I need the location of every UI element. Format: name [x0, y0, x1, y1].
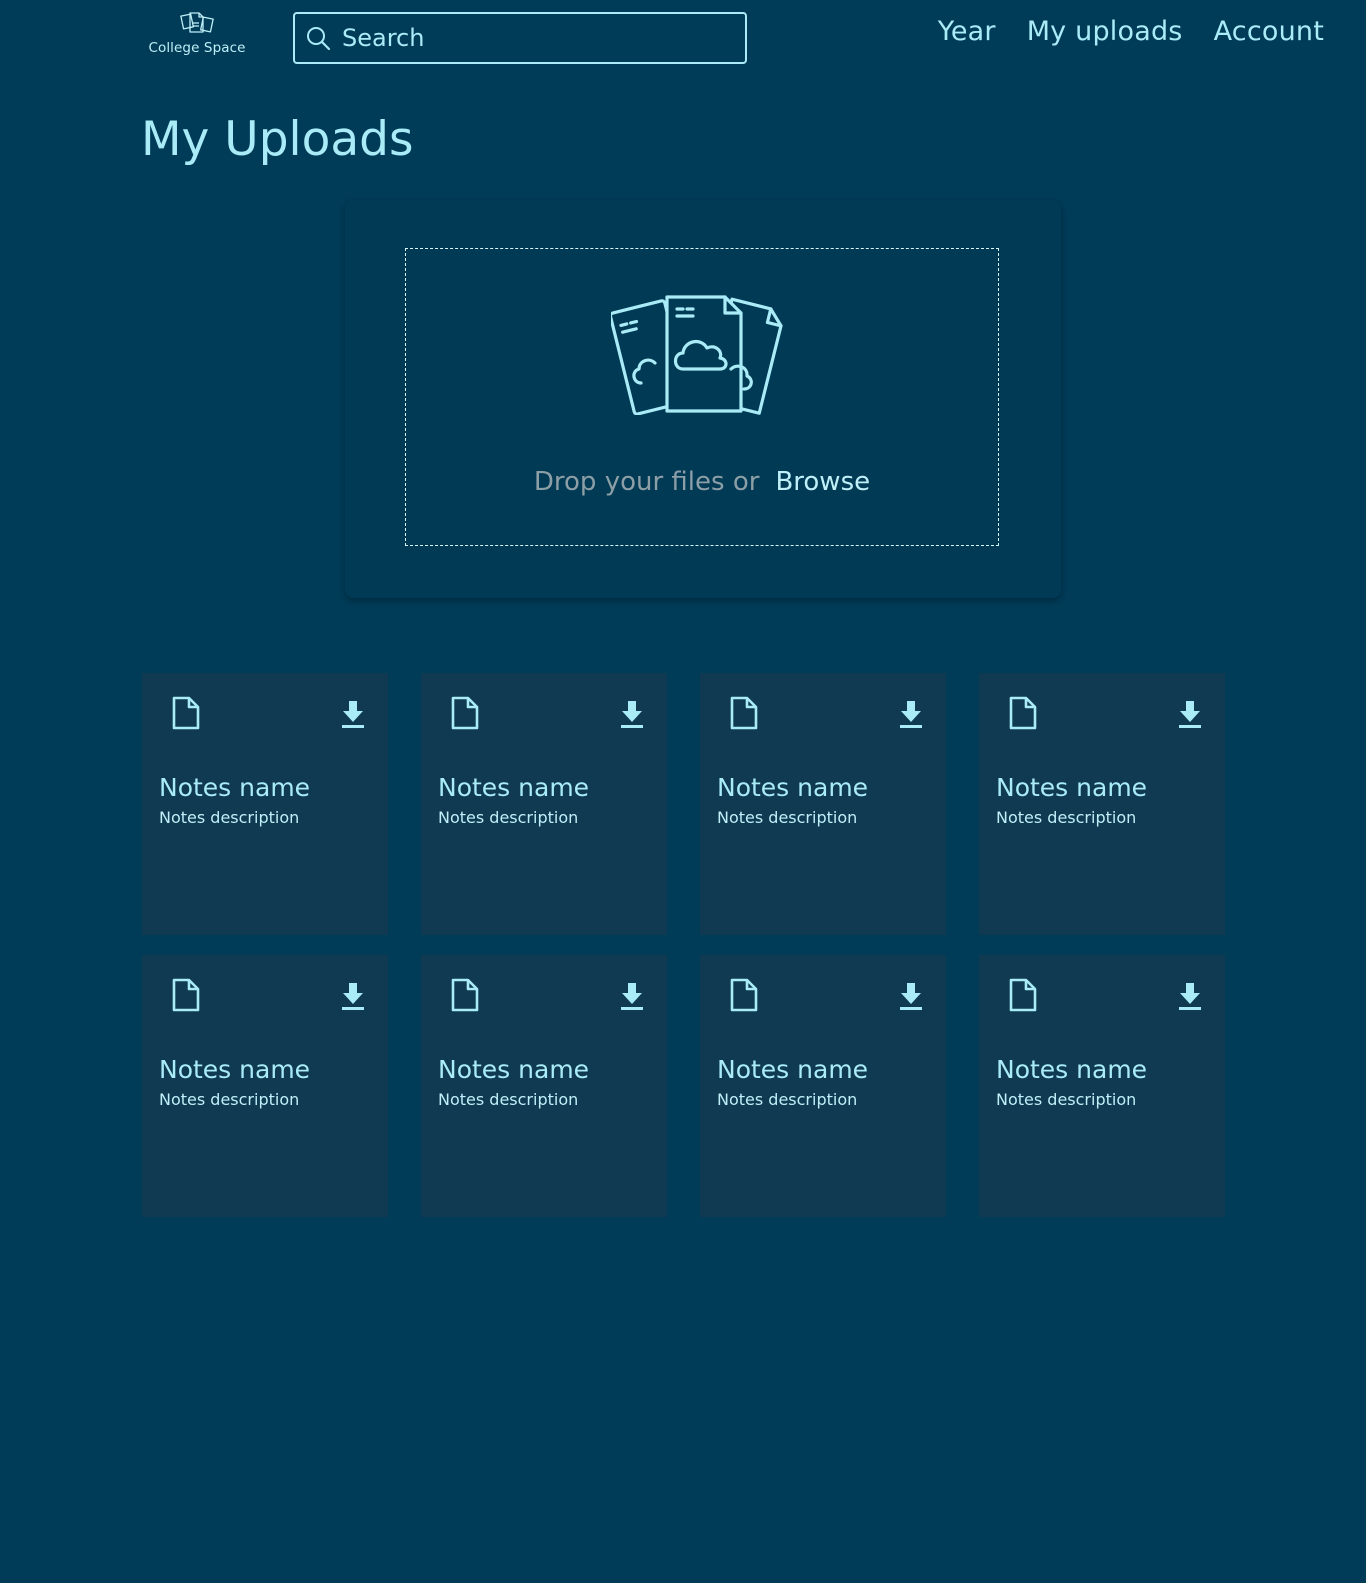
drop-instructions: Drop your files or Browse	[406, 467, 998, 497]
nav-account[interactable]: Account	[1214, 16, 1324, 47]
download-icon[interactable]	[1177, 699, 1203, 729]
logo-text: College Space	[148, 40, 246, 56]
upload-card: Drop your files or Browse	[345, 200, 1061, 598]
note-card[interactable]: Notes name Notes description	[700, 955, 946, 1217]
note-name: Notes name	[717, 773, 869, 802]
note-name: Notes name	[996, 773, 1148, 802]
note-description: Notes description	[996, 808, 1137, 827]
file-icon	[172, 696, 200, 730]
note-description: Notes description	[159, 808, 300, 827]
file-dropzone[interactable]: Drop your files or Browse	[405, 248, 999, 546]
search-bar	[293, 12, 747, 64]
download-icon[interactable]	[619, 699, 645, 729]
file-icon	[1009, 696, 1037, 730]
note-card[interactable]: Notes name Notes description	[700, 673, 946, 935]
page-title: My Uploads	[141, 112, 414, 167]
note-name: Notes name	[996, 1055, 1148, 1084]
search-icon	[307, 27, 331, 51]
file-icon	[451, 978, 479, 1012]
note-card[interactable]: Notes name Notes description	[421, 955, 667, 1217]
file-icon	[172, 978, 200, 1012]
documents-logo-icon	[180, 12, 214, 33]
file-icon	[451, 696, 479, 730]
note-card[interactable]: Notes name Notes description	[142, 673, 388, 935]
logo[interactable]: College Space	[141, 10, 253, 60]
file-icon	[730, 978, 758, 1012]
note-description: Notes description	[438, 1090, 579, 1109]
note-name: Notes name	[438, 1055, 590, 1084]
drop-text: Drop your files or	[533, 467, 760, 497]
browse-button[interactable]: Browse	[775, 467, 870, 497]
download-icon[interactable]	[340, 981, 366, 1011]
file-icon	[1009, 978, 1037, 1012]
note-description: Notes description	[159, 1090, 300, 1109]
note-description: Notes description	[717, 808, 858, 827]
search-input[interactable]	[342, 24, 732, 52]
top-header: College Space Year My uploads Account	[0, 0, 1366, 80]
note-name: Notes name	[159, 1055, 311, 1084]
notes-grid: Notes name Notes description Notes name …	[142, 673, 1225, 1217]
cloud-documents-icon	[611, 295, 783, 415]
download-icon[interactable]	[898, 699, 924, 729]
note-card[interactable]: Notes name Notes description	[979, 673, 1225, 935]
note-name: Notes name	[438, 773, 590, 802]
download-icon[interactable]	[619, 981, 645, 1011]
note-name: Notes name	[717, 1055, 869, 1084]
main-nav: Year My uploads Account	[938, 16, 1324, 47]
note-card[interactable]: Notes name Notes description	[421, 673, 667, 935]
file-icon	[730, 696, 758, 730]
note-description: Notes description	[717, 1090, 858, 1109]
nav-year[interactable]: Year	[938, 16, 996, 47]
download-icon[interactable]	[1177, 981, 1203, 1011]
download-icon[interactable]	[340, 699, 366, 729]
note-name: Notes name	[159, 773, 311, 802]
nav-my-uploads[interactable]: My uploads	[1027, 16, 1183, 47]
note-description: Notes description	[438, 808, 579, 827]
note-card[interactable]: Notes name Notes description	[142, 955, 388, 1217]
download-icon[interactable]	[898, 981, 924, 1011]
note-description: Notes description	[996, 1090, 1137, 1109]
note-card[interactable]: Notes name Notes description	[979, 955, 1225, 1217]
